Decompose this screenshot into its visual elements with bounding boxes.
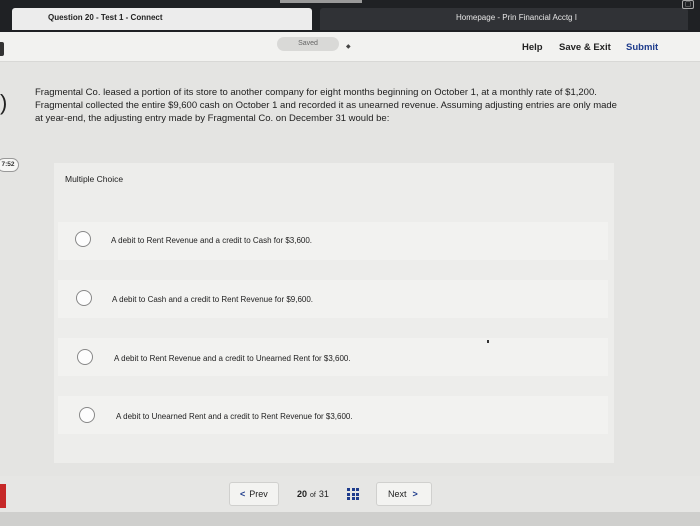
tab-title-question: Question 20 - Test 1 - Connect (48, 13, 163, 22)
radio-option-2[interactable] (76, 290, 92, 306)
browser-top-strip (280, 0, 362, 3)
next-button[interactable]: Next > (376, 482, 432, 506)
page-indicator: 20 of 31 (297, 489, 329, 499)
timer-badge[interactable]: 7:52 (0, 158, 19, 172)
total-pages: 31 (318, 489, 329, 499)
answer-option-4-label: A debit to Unearned Rent and a credit to… (116, 412, 353, 421)
mouse-cursor (487, 340, 489, 343)
question-prompt: Fragmental Co. leased a portion of its s… (35, 87, 617, 124)
saved-caret-icon: ◆ (346, 44, 351, 50)
left-red-marker (0, 484, 6, 508)
radio-option-1[interactable] (75, 231, 91, 247)
page-of-label: of (310, 492, 316, 499)
question-type-label: Multiple Choice (65, 174, 124, 184)
left-collapse-icon[interactable]: ) (0, 90, 7, 116)
footer-lower-band (0, 512, 700, 526)
tab-title-homepage: Homepage - Prin Financial Acctg I (456, 13, 577, 22)
chevron-right-icon: > (412, 489, 418, 499)
current-page: 20 (297, 489, 308, 499)
left-edge-control (0, 42, 4, 56)
next-label: Next (388, 489, 407, 499)
saved-status-badge: Saved (277, 37, 339, 51)
answer-option-3-label: A debit to Rent Revenue and a credit to … (114, 354, 351, 363)
question-grid-icon[interactable] (347, 488, 359, 500)
window-corner-icon[interactable]: ▢ (682, 0, 694, 9)
prev-label: Prev (249, 489, 268, 499)
answer-option-1-label: A debit to Rent Revenue and a credit to … (111, 236, 313, 245)
submit-button[interactable]: Submit (626, 42, 658, 53)
chevron-left-icon: < (240, 489, 246, 499)
help-button[interactable]: Help (522, 42, 543, 53)
radio-option-4[interactable] (79, 407, 95, 423)
save-exit-button[interactable]: Save & Exit (559, 42, 611, 53)
radio-option-3[interactable] (77, 349, 93, 365)
answer-option-2-label: A debit to Cash and a credit to Rent Rev… (112, 295, 314, 304)
prev-button[interactable]: < Prev (229, 482, 279, 506)
